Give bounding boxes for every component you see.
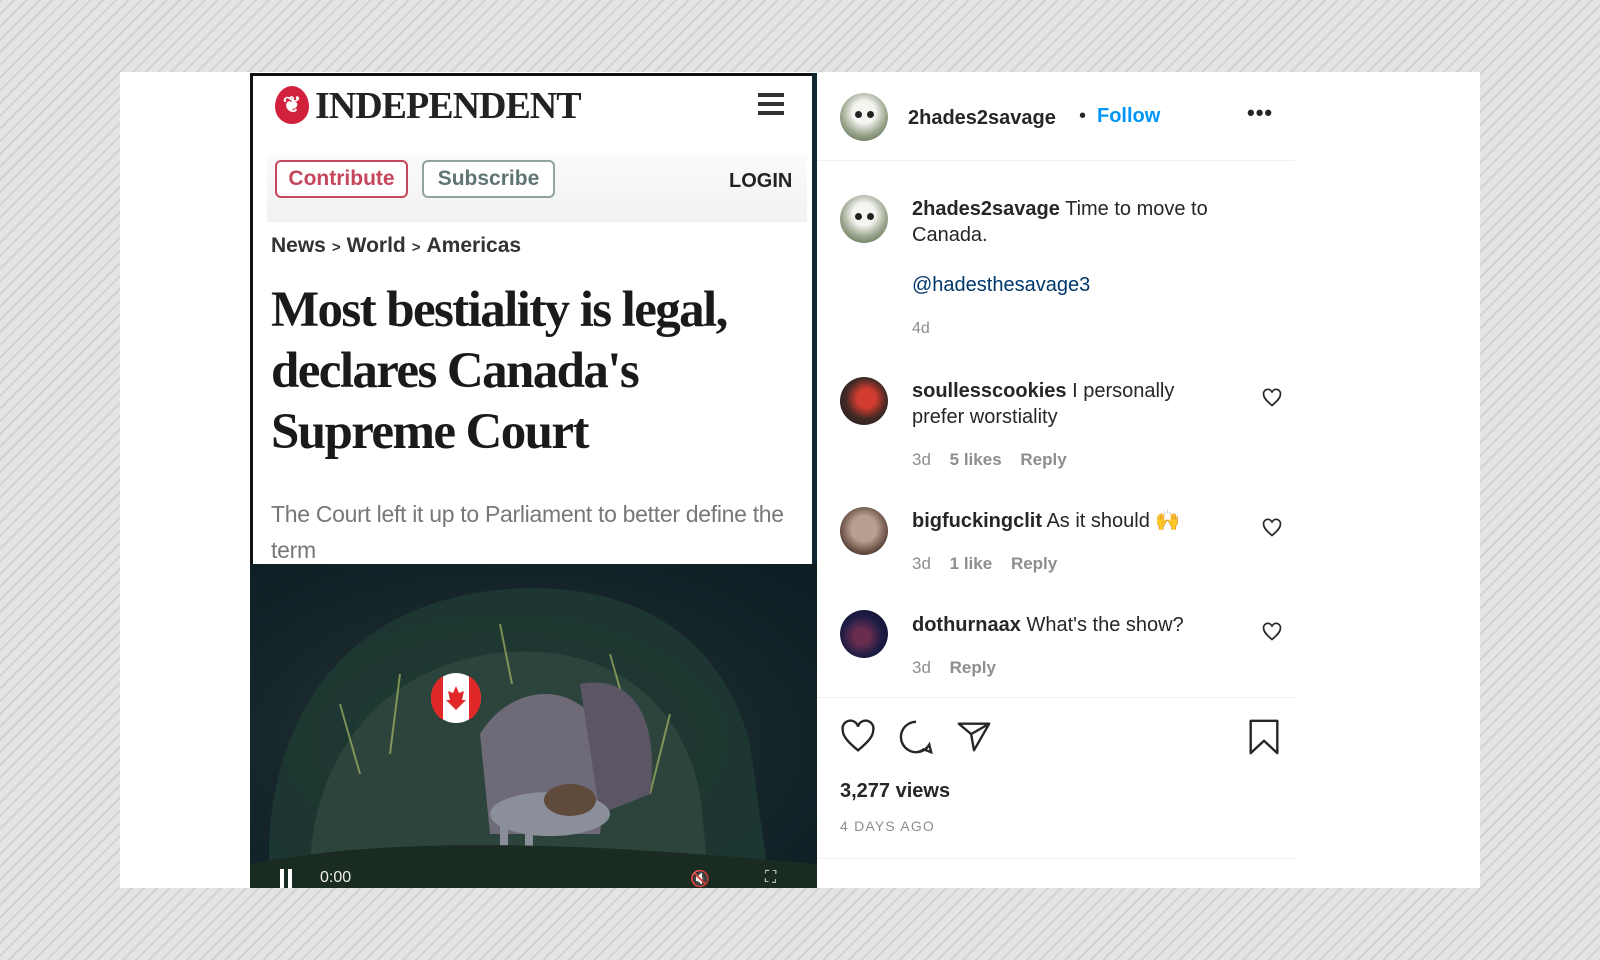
video-time: 0:00: [320, 869, 352, 886]
share-icon[interactable]: [955, 718, 993, 756]
comment: bigfuckingclit As it should 🙌: [912, 508, 1232, 534]
breadcrumb-item: Americas: [426, 234, 522, 257]
login-link: LOGIN: [729, 170, 793, 192]
post-video[interactable]: ❦ INDEPENDENT Contribute Subscribe LOGIN…: [250, 73, 817, 888]
comment: soullesscookies I personally prefer wors…: [912, 378, 1232, 430]
contribute-button: Contribute: [275, 160, 408, 198]
article-screenshot: ❦ INDEPENDENT Contribute Subscribe LOGIN…: [250, 73, 812, 564]
like-icon[interactable]: [839, 718, 877, 756]
heart-icon[interactable]: [1262, 388, 1282, 408]
follow-button[interactable]: Follow: [1097, 105, 1160, 128]
post-side-panel: 2hades2savage • Follow ••• 2hades2savage…: [817, 72, 1295, 888]
reply-button[interactable]: Reply: [1011, 554, 1057, 573]
avatar[interactable]: [840, 195, 888, 243]
divider: [817, 697, 1295, 698]
comment-likes[interactable]: 5 likes: [950, 450, 1002, 469]
breadcrumb-separator: >: [411, 239, 421, 256]
breadcrumb: News > World > Americas: [271, 234, 521, 258]
divider: [817, 858, 1295, 859]
post-header: 2hades2savage • Follow •••: [817, 72, 1295, 161]
more-options-icon[interactable]: •••: [1247, 100, 1273, 126]
post-username[interactable]: 2hades2savage: [908, 107, 1056, 130]
comment-meta: 3d 5 likes Reply: [912, 450, 1081, 470]
comment-username[interactable]: bigfuckingclit: [912, 510, 1042, 532]
fullscreen-icon[interactable]: ⛶: [765, 869, 776, 887]
subscribe-button: Subscribe: [422, 160, 555, 198]
save-icon[interactable]: [1245, 718, 1283, 756]
independent-logo-text: INDEPENDENT: [315, 85, 582, 127]
comment-username[interactable]: soullesscookies: [912, 380, 1067, 402]
breadcrumb-item: World: [346, 234, 406, 257]
comment-timestamp: 3d: [912, 658, 931, 677]
animation-scene: [250, 564, 817, 888]
post-card: ❦ INDEPENDENT Contribute Subscribe LOGIN…: [120, 72, 1480, 888]
independent-logo-icon: ❦: [275, 86, 309, 124]
caption-username[interactable]: 2hades2savage: [912, 198, 1060, 220]
cave-illustration: [250, 588, 817, 888]
heart-icon[interactable]: [1262, 518, 1282, 538]
comment-username[interactable]: dothurnaax: [912, 614, 1021, 636]
dot-separator: •: [1079, 105, 1087, 127]
caption-timestamp: 4d: [912, 320, 930, 337]
reply-button[interactable]: Reply: [1020, 450, 1066, 469]
video-controls: 0:00 🔇 ⛶: [250, 863, 817, 888]
post-timestamp: 4 DAYS AGO: [840, 818, 935, 834]
avatar[interactable]: [840, 507, 888, 555]
caption-mention-link[interactable]: @hadesthesavage3: [912, 274, 1090, 297]
comment: dothurnaax What's the show?: [912, 612, 1232, 638]
comment-meta: 3d Reply: [912, 658, 1010, 678]
avatar[interactable]: [840, 610, 888, 658]
caption: 2hades2savage Time to move to Canada.: [912, 196, 1232, 248]
pause-icon[interactable]: [280, 869, 292, 888]
avatar[interactable]: [840, 377, 888, 425]
canada-flag-ball: [430, 673, 482, 723]
article-nav: Contribute Subscribe LOGIN: [267, 154, 807, 222]
views-count[interactable]: 3,277 views: [840, 780, 950, 803]
breadcrumb-item: News: [271, 234, 326, 257]
mute-icon[interactable]: 🔇: [690, 869, 710, 888]
raised-hands-emoji: 🙌: [1155, 510, 1181, 532]
heart-icon[interactable]: [1262, 622, 1282, 642]
comment-text: As it should: [1046, 510, 1150, 532]
comment-timestamp: 3d: [912, 450, 931, 469]
article-headline: Most bestiality is legal, declares Canad…: [271, 282, 728, 460]
comment-icon[interactable]: [897, 718, 935, 756]
comment-likes[interactable]: 1 like: [950, 554, 993, 573]
reply-button[interactable]: Reply: [950, 658, 996, 677]
breadcrumb-separator: >: [331, 239, 341, 256]
comment-meta: 3d 1 like Reply: [912, 554, 1071, 574]
article-standfirst: The Court left it up to Parliament to be…: [271, 501, 784, 563]
menu-icon: [758, 93, 784, 115]
comment-timestamp: 3d: [912, 554, 931, 573]
comment-text: What's the show?: [1026, 614, 1184, 636]
avatar[interactable]: [840, 93, 888, 141]
